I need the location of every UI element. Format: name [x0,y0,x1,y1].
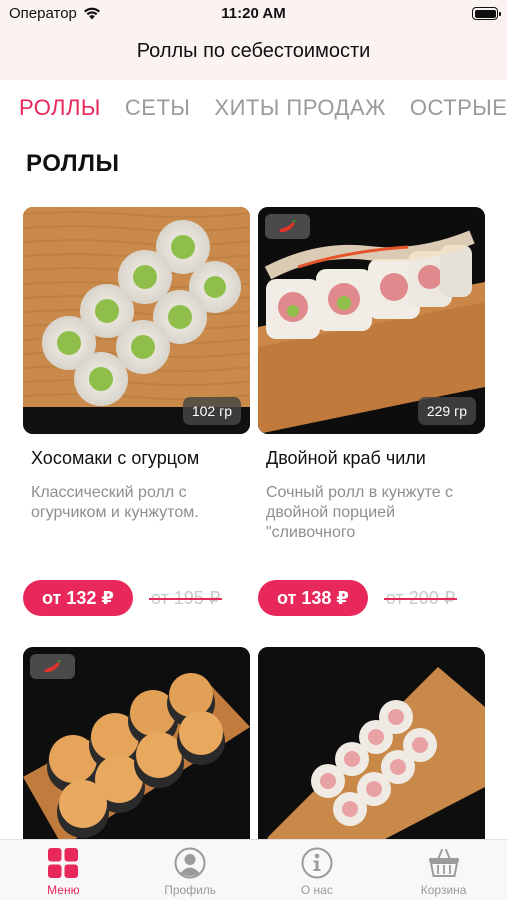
product-description: Классический ролл с огурчиком и кунжутом… [31,484,199,521]
section-title: РОЛЛЫ [26,150,120,177]
battery-icon [472,7,501,20]
tabbar-label: Профиль [164,883,217,897]
old-price: от 195 ₽ [148,587,223,608]
weight-badge: 229 гр [417,397,476,425]
weight-badge: 102 гр [182,397,241,425]
price-button[interactable]: от 138 ₽ [258,580,368,616]
product-card[interactable]: 102 гр Хосомаки с огурцом Классический р… [23,207,250,616]
product-image[interactable]: 229 гр [258,207,485,434]
info-icon [301,847,333,879]
top-bar: Оператор 11:20 AM Роллы по себестоимости [0,0,507,80]
tabbar-item-profile[interactable]: Профиль [127,840,254,900]
tabbar-item-menu[interactable]: Меню [0,840,127,900]
status-bar: Оператор 11:20 AM [0,0,507,28]
product-description: Сочный ролл в кунжуте с двойной порцией … [266,484,454,541]
product-name: Двойной краб чили [266,448,426,468]
status-time: 11:20 AM [221,5,286,22]
old-price: от 200 ₽ [383,587,458,608]
product-name: Хосомаки с огурцом [31,448,200,468]
tabbar-item-about[interactable]: О нас [254,840,381,900]
product-card[interactable]: 229 гр Двойной краб чили Сочный ролл в к… [258,207,485,616]
profile-icon [174,847,206,879]
basket-icon [428,849,459,877]
category-tabs: РОЛЛЫ СЕТЫ ХИТЫ ПРОДАЖ ОСТРЫЕ РОЛЛЫ [0,80,507,136]
tabbar-item-cart[interactable]: Корзина [380,840,507,900]
chili-icon [30,654,75,679]
tab-rolls[interactable]: РОЛЛЫ [19,95,101,121]
tabbar-label: Меню [47,883,80,897]
bottom-tab-bar: Меню Профиль О нас Корзина [0,839,507,900]
tab-spicy[interactable]: ОСТРЫЕ РОЛЛЫ [410,95,507,121]
product-image[interactable]: 102 гр [23,207,250,434]
chili-icon [265,214,310,239]
page-title: Роллы по себестоимости [136,40,371,62]
tab-bestsellers[interactable]: ХИТЫ ПРОДАЖ [214,95,386,121]
price-button[interactable]: от 132 ₽ [23,580,133,616]
tabbar-label: Корзина [420,883,467,897]
menu-grid-icon [48,848,79,878]
tabbar-label: О нас [300,883,333,897]
tab-sets[interactable]: СЕТЫ [125,95,190,121]
